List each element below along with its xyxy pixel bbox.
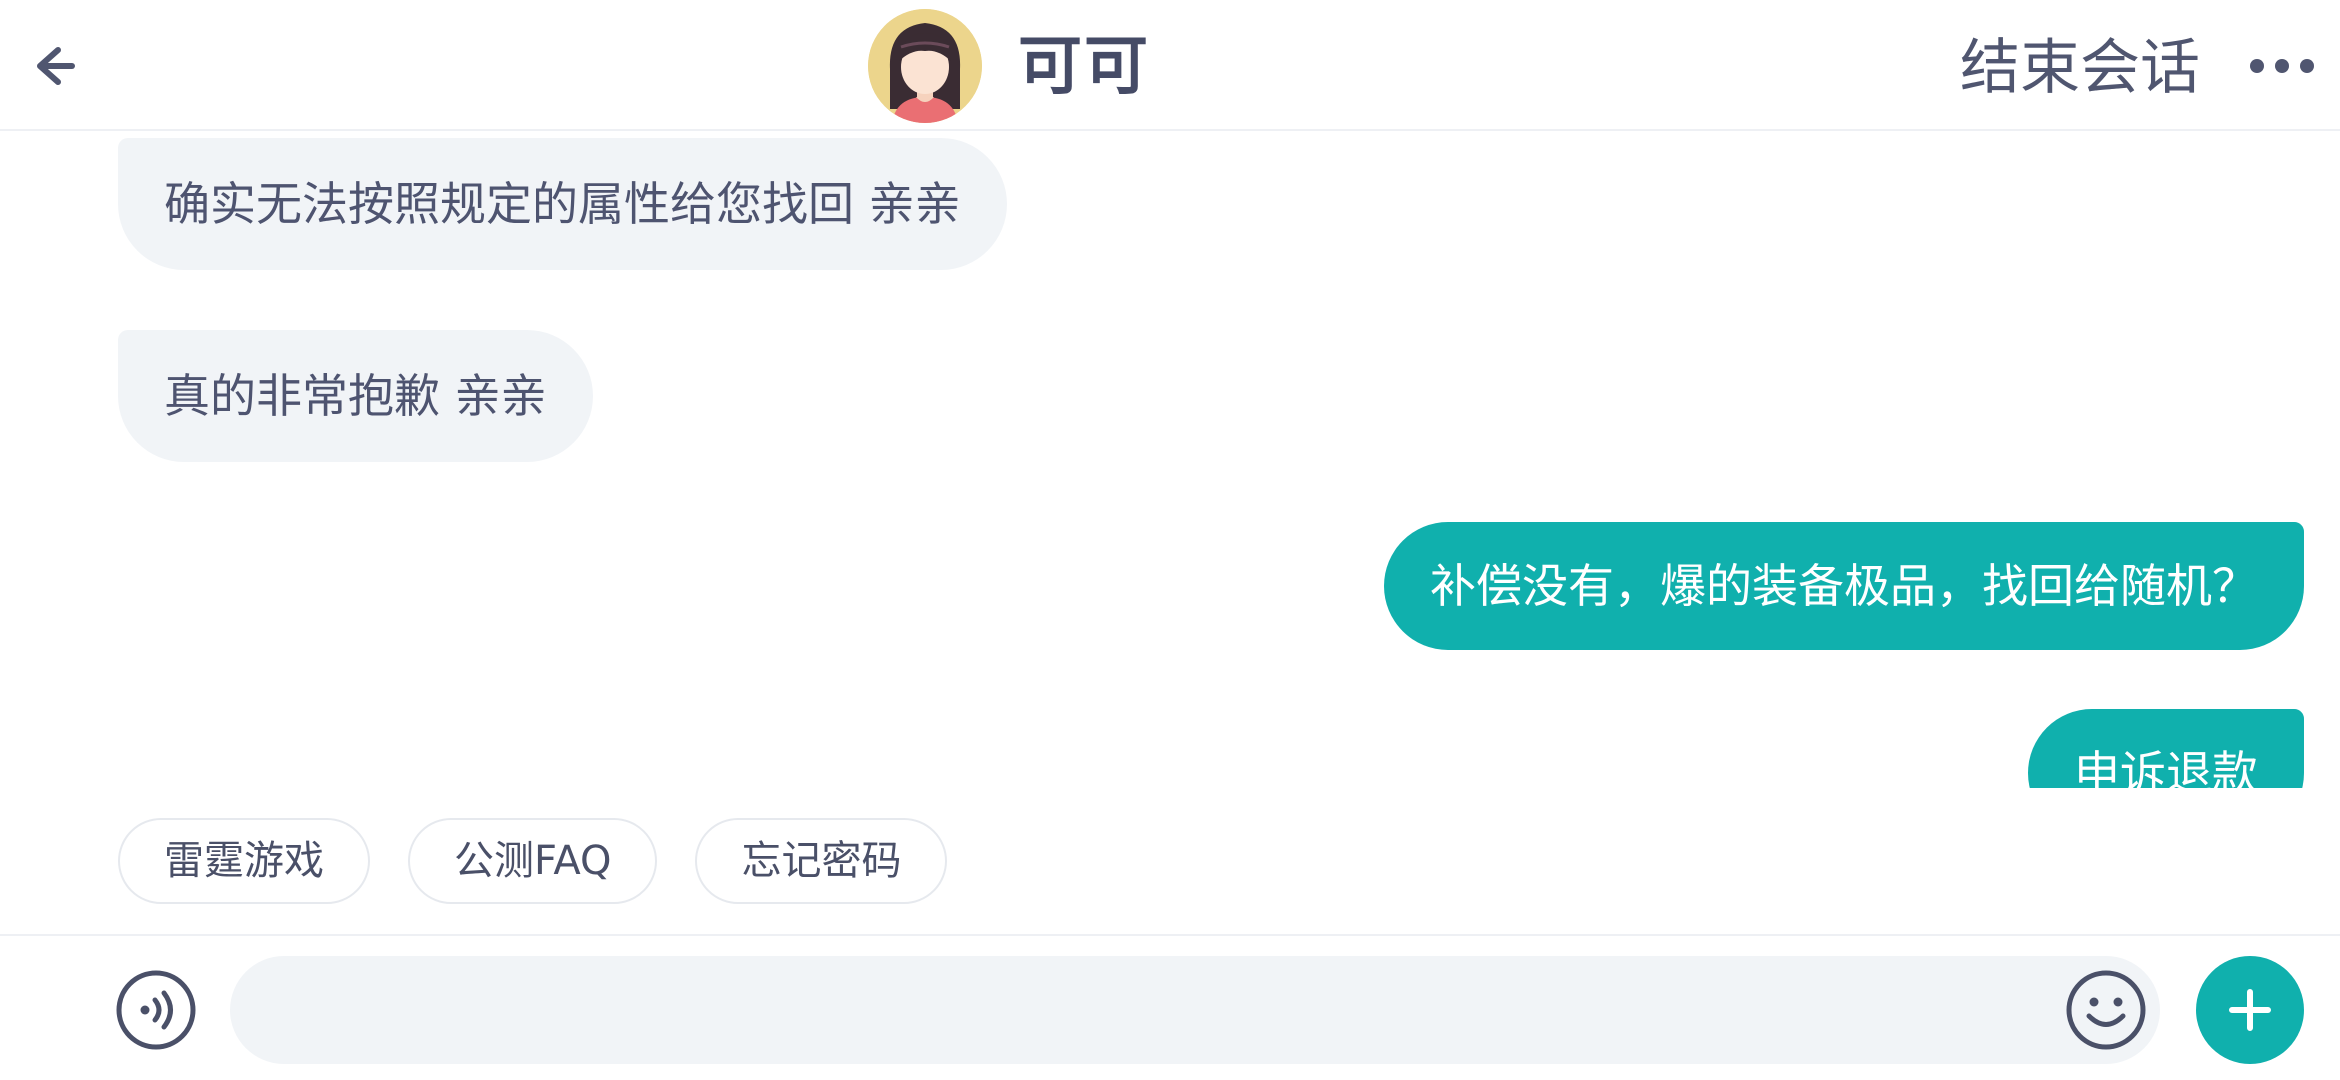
contact-name: 可可 xyxy=(1018,30,1150,104)
message-bubble-outgoing: 申诉退款 xyxy=(2028,709,2304,788)
avatar[interactable] xyxy=(868,9,982,123)
voice-input-icon xyxy=(116,970,196,1050)
more-actions-button[interactable] xyxy=(2196,956,2304,1064)
quick-reply-chip[interactable]: 雷霆游戏 xyxy=(118,818,370,904)
chat-screen: 可可 结束会话 确实无法按照规定的属性给您找回 亲亲 真的非常抱歉 亲亲 补偿没… xyxy=(0,0,2340,1080)
quick-reply-chip[interactable]: 忘记密码 xyxy=(695,818,948,904)
emoji-smile-icon xyxy=(2066,970,2146,1050)
message-bubble-incoming: 真的非常抱歉 亲亲 xyxy=(118,330,593,462)
plus-icon xyxy=(2229,989,2271,1031)
end-session-button[interactable]: 结束会话 xyxy=(1960,24,2200,112)
emoji-button[interactable] xyxy=(2065,969,2147,1051)
message-input[interactable] xyxy=(230,956,2160,1064)
composer-bar xyxy=(0,934,2340,1080)
message-bubble-incoming: 确实无法按照规定的属性给您找回 亲亲 xyxy=(118,138,1007,270)
voice-input-button[interactable] xyxy=(115,969,197,1051)
agent-avatar-illustration xyxy=(868,9,982,123)
more-options-button[interactable] xyxy=(2242,36,2322,96)
message-list[interactable]: 确实无法按照规定的属性给您找回 亲亲 真的非常抱歉 亲亲 补偿没有，爆的装备极品… xyxy=(0,131,2340,788)
chat-header: 可可 结束会话 xyxy=(0,0,2340,131)
message-bubble-outgoing: 补偿没有，爆的装备极品，找回给随机？ xyxy=(1384,522,2304,650)
quick-reply-bar: 雷霆游戏 公测FAQ 忘记密码 xyxy=(118,818,948,904)
ellipsis-horizontal-icon xyxy=(2250,59,2314,73)
arrow-left-icon xyxy=(37,47,75,85)
quick-reply-chip[interactable]: 公测FAQ xyxy=(408,818,658,904)
back-button[interactable] xyxy=(22,36,82,96)
